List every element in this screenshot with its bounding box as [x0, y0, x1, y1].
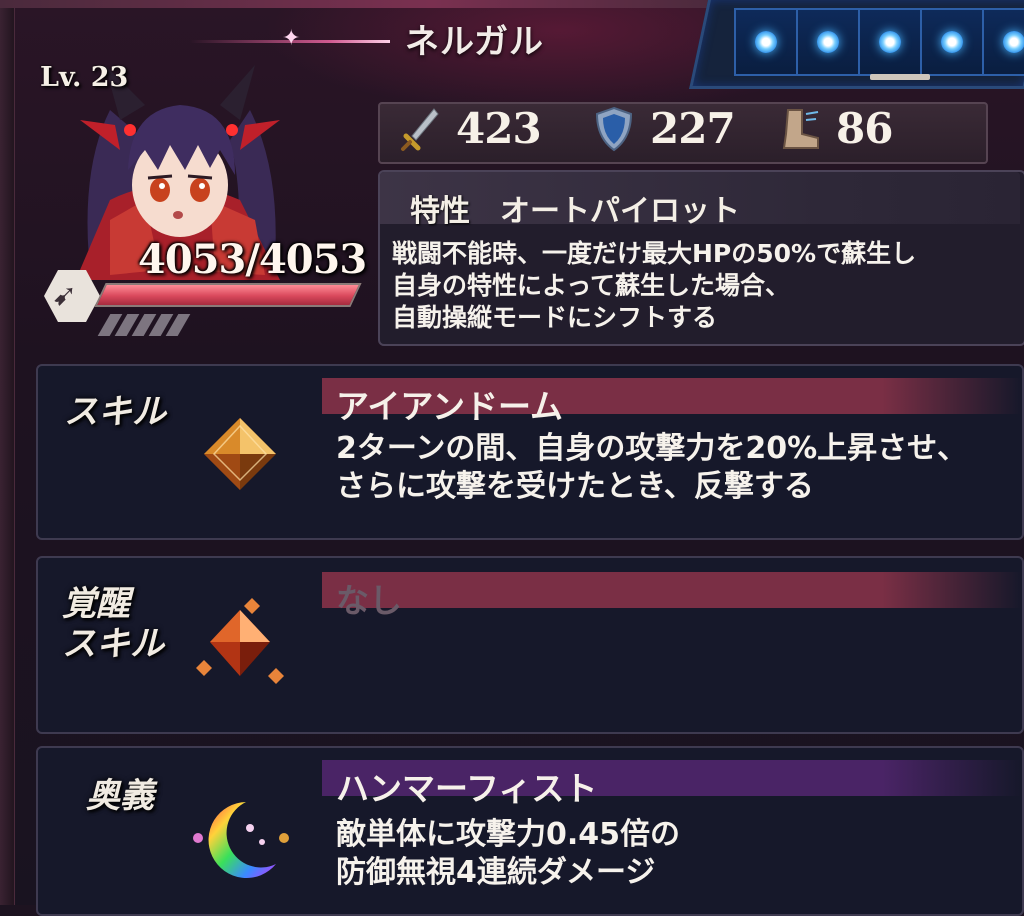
awakened-skill-label: 覚醒 スキル — [62, 584, 164, 664]
speed-stat: 86 — [778, 104, 893, 153]
rainbow-crescent-icon — [193, 802, 289, 878]
attack-stat: 423 — [398, 104, 542, 153]
frame-left-edge — [0, 0, 15, 905]
hp-bar — [94, 283, 362, 307]
hp-value: 4053/4053 — [138, 236, 367, 283]
equipment-slots — [734, 8, 1024, 76]
hp-bar-fill — [97, 285, 359, 305]
title-sparkle-icon: ✦ — [282, 26, 301, 51]
stripe-decoration — [97, 314, 191, 336]
trait-label: 特性 — [410, 194, 470, 229]
slot-3[interactable] — [858, 8, 922, 76]
character-level: Lv. 23 — [40, 62, 129, 93]
amber-gem-icon — [204, 418, 276, 490]
sword-icon — [398, 105, 442, 153]
orb-icon — [755, 31, 777, 53]
trait-name: オートパイロット — [500, 194, 740, 229]
frame-top-edge — [0, 0, 720, 8]
character-name: ネルガル — [405, 22, 544, 62]
awakened-title-band — [322, 572, 1022, 608]
defense-value: 227 — [650, 104, 736, 153]
awakened-skill-name: なし — [336, 581, 402, 620]
slot-1[interactable] — [734, 8, 798, 76]
orb-icon — [817, 31, 839, 53]
boot-icon — [778, 105, 822, 153]
skill-label: スキル — [64, 392, 166, 432]
speed-value: 86 — [836, 104, 893, 153]
defense-stat: 227 — [592, 104, 736, 153]
orb-icon — [879, 31, 901, 53]
ultimate-label: 奥義 — [86, 776, 154, 816]
cluster-gem-icon — [196, 598, 284, 684]
orb-icon — [941, 31, 963, 53]
slot-4[interactable] — [920, 8, 984, 76]
arrow-hex-icon: ➹ — [52, 278, 78, 313]
attack-value: 423 — [456, 104, 542, 153]
shield-icon — [592, 105, 636, 153]
trait-description: 戦闘不能時、一度だけ最大HPの50%で蘇生し 自身の特性によって蘇生した場合、 … — [392, 239, 917, 332]
slot-selection-indicator — [870, 74, 930, 80]
skill-name: アイアンドーム — [336, 387, 564, 426]
slot-2[interactable] — [796, 8, 860, 76]
ultimate-description: 敵単体に攻撃力0.45倍の 防御無視4連続ダメージ — [336, 817, 681, 890]
ultimate-name: ハンマーフィスト — [336, 769, 598, 808]
orb-icon — [1003, 31, 1024, 53]
slot-5[interactable] — [982, 8, 1024, 76]
skill-description: 2ターンの間、自身の攻撃力を20%上昇させ、 さらに攻撃を受けたとき、反撃する — [336, 431, 968, 504]
